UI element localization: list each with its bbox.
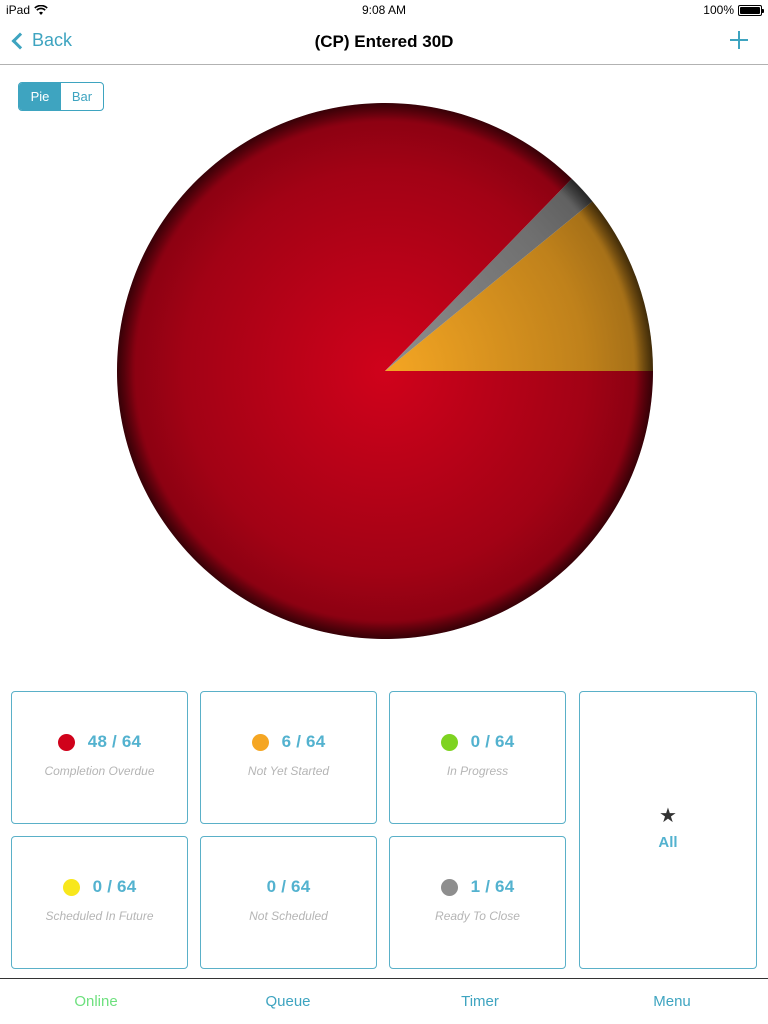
tile-label: Scheduled In Future [45, 909, 154, 923]
tile-count: 0 / 64 [266, 877, 311, 896]
battery-icon [738, 4, 764, 16]
page-title: (CP) Entered 30D [314, 32, 454, 51]
tile-completion-overdue[interactable]: 48 / 64 Completion Overdue [11, 691, 188, 824]
battery-fill [740, 6, 760, 14]
tab-online[interactable]: Online [0, 979, 192, 1024]
tab-queue[interactable]: Queue [192, 979, 384, 1024]
tile-label: Ready To Close [435, 909, 520, 923]
tile-in-progress[interactable]: 0 / 64 In Progress [389, 691, 566, 824]
status-dot-red [57, 733, 75, 751]
tile-count: 48 / 64 [87, 732, 142, 751]
tile-count: 1 / 64 [470, 877, 515, 896]
tab-menu[interactable]: Menu [576, 979, 768, 1024]
tile-ready-to-close[interactable]: 1 / 64 Ready To Close [389, 836, 566, 969]
status-right: 100% [703, 3, 764, 17]
nav-bar: Back (CP) Entered 30D [0, 20, 768, 65]
tile-label: In Progress [446, 764, 509, 778]
status-dot-gray [440, 878, 458, 896]
all-label: All [658, 834, 678, 851]
star-icon: ★ [659, 805, 677, 827]
tile-not-scheduled[interactable]: 0 / 64 Not Scheduled [200, 836, 377, 969]
status-bar: iPad 9:08 AM 100% [0, 0, 768, 20]
pie-rim-shading [117, 103, 653, 639]
tile-label: Completion Overdue [44, 764, 155, 778]
status-dot-green [440, 733, 458, 751]
tile-scheduled-in-future[interactable]: 0 / 64 Scheduled In Future [11, 836, 188, 969]
pie-chart-container [0, 90, 768, 660]
battery-percent: 100% [703, 3, 734, 17]
tile-label: Not Scheduled [249, 909, 328, 923]
tile-all[interactable]: ★ All [579, 691, 757, 969]
tab-timer[interactable]: Timer [384, 979, 576, 1024]
status-tiles: 48 / 64 Completion Overdue 6 / 64 Not Ye… [11, 691, 757, 969]
tile-count: 0 / 64 [470, 732, 515, 751]
status-dot-yellow [62, 878, 80, 896]
tile-count: 6 / 64 [281, 732, 326, 751]
status-dot-orange [251, 733, 269, 751]
tile-label: Not Yet Started [247, 764, 330, 778]
plus-icon[interactable] [728, 29, 750, 51]
status-time: 9:08 AM [361, 3, 407, 17]
tile-count: 0 / 64 [92, 877, 137, 896]
tile-not-yet-started[interactable]: 6 / 64 Not Yet Started [200, 691, 377, 824]
tab-bar: Online Queue Timer Menu [0, 978, 768, 1024]
pie-chart [116, 102, 653, 639]
